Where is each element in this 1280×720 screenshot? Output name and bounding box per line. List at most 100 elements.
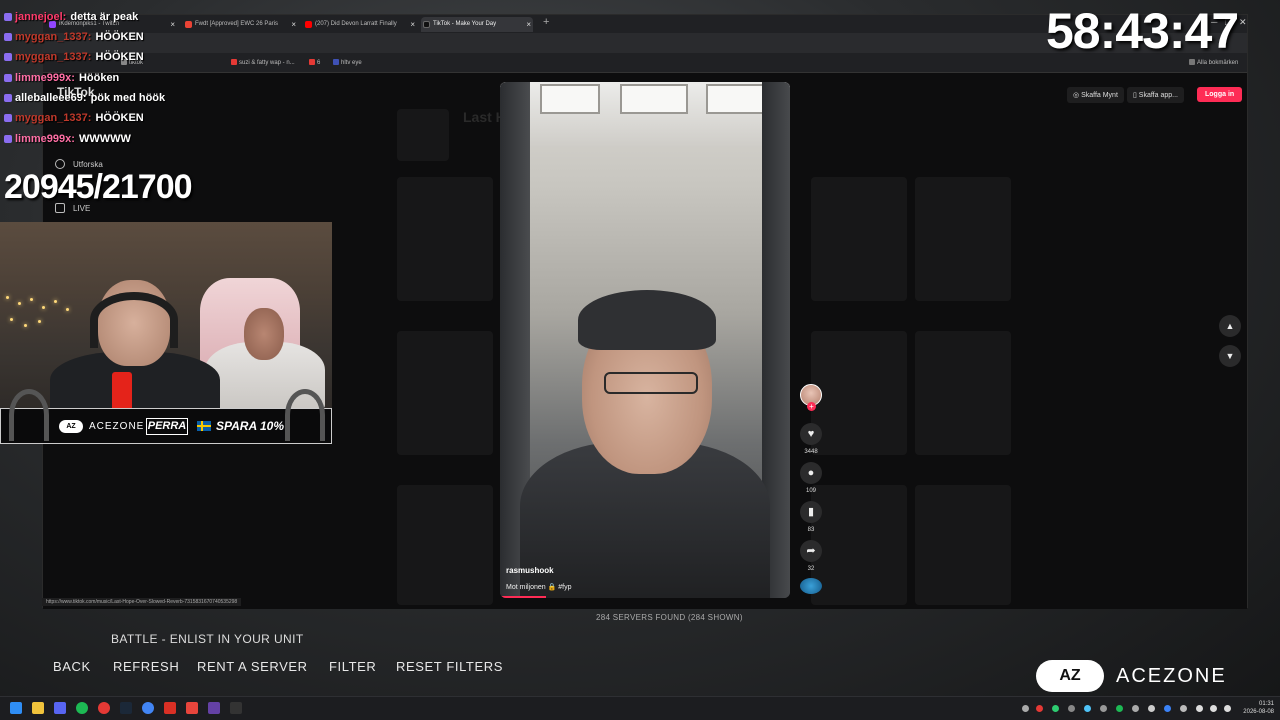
file-explorer-icon[interactable] bbox=[32, 702, 44, 714]
battle-text: BATTLE - ENLIST IN YOUR UNIT bbox=[111, 632, 304, 646]
tab-youtube[interactable]: (207) Did Devon Larratt Finally × bbox=[303, 17, 417, 32]
close-icon[interactable]: × bbox=[410, 17, 415, 32]
video-person-cap bbox=[578, 290, 716, 350]
bookmark-item[interactable]: suzi & fatty wap - n... bbox=[231, 59, 295, 66]
video-author-handle[interactable]: rasmushook bbox=[506, 566, 554, 575]
discord-icon[interactable] bbox=[54, 702, 66, 714]
grid-thumbnail[interactable] bbox=[811, 331, 907, 455]
refresh-button[interactable]: REFRESH bbox=[113, 659, 179, 674]
tray-app-icon[interactable] bbox=[1180, 705, 1187, 712]
tray-chevron-icon[interactable] bbox=[1022, 705, 1029, 712]
swedish-flag-icon bbox=[197, 421, 211, 431]
grid-thumbnail[interactable] bbox=[811, 177, 907, 301]
heart-icon[interactable]: ♥ bbox=[800, 423, 822, 445]
app-icon[interactable] bbox=[230, 702, 242, 714]
tray-app-icon[interactable] bbox=[1100, 705, 1107, 712]
windows-start-icon[interactable] bbox=[10, 702, 22, 714]
sponsor-brand: ACEZONE bbox=[89, 421, 145, 432]
video-caption: Mot miljonen 🔒 #fyp bbox=[506, 584, 572, 591]
chrome-icon[interactable] bbox=[142, 702, 154, 714]
bookmark-icon[interactable]: ▮ bbox=[800, 501, 822, 523]
login-button[interactable]: Logga in bbox=[1197, 87, 1243, 102]
sub-goal-counter: 20945/21700 bbox=[4, 168, 193, 206]
acezone-logo: AZ bbox=[59, 420, 83, 433]
tray-app-icon[interactable] bbox=[1132, 705, 1139, 712]
servers-found-text: 284 SERVERS FOUND (284 SHOWN) bbox=[596, 613, 743, 622]
tab-label: TikTok - Make Your Day bbox=[433, 21, 497, 27]
bookmark-item[interactable]: 6 bbox=[309, 59, 320, 66]
window-close-icon[interactable]: ✕ bbox=[1239, 17, 1247, 28]
reset-filters-button[interactable]: RESET FILTERS bbox=[396, 659, 503, 674]
tray-app-icon[interactable] bbox=[1052, 705, 1059, 712]
spotify-icon[interactable] bbox=[76, 702, 88, 714]
tab-label: Fwdt [Approved] EWC 26 Paris bbox=[195, 21, 279, 27]
video-roof-window bbox=[620, 84, 688, 114]
chat-username: myggan_1337: bbox=[15, 112, 92, 124]
tray-app-icon[interactable] bbox=[1084, 705, 1091, 712]
app-icon[interactable] bbox=[98, 702, 110, 714]
rent-server-button[interactable]: RENT A SERVER bbox=[197, 659, 308, 674]
chevron-up-icon[interactable]: ▲ bbox=[1219, 315, 1241, 337]
get-app-button[interactable]: ▯ Skaffa app... bbox=[1127, 87, 1184, 103]
bookmark-icon bbox=[309, 59, 315, 65]
wifi-icon[interactable] bbox=[1196, 705, 1203, 712]
tray-app-icon[interactable] bbox=[1068, 705, 1075, 712]
clock-time: 01:31 bbox=[1258, 701, 1274, 707]
chat-badge-icon bbox=[4, 53, 12, 61]
comment-count: 109 bbox=[805, 488, 816, 494]
close-icon[interactable]: × bbox=[526, 17, 531, 32]
bookmark-item[interactable]: hltv eye bbox=[333, 59, 362, 66]
steam-icon[interactable] bbox=[120, 702, 132, 714]
new-tab-button[interactable]: + bbox=[543, 16, 549, 28]
chat-text: HÖÖKEN bbox=[95, 31, 144, 43]
tab-gmail[interactable]: Fwdt [Approved] EWC 26 Paris × bbox=[183, 17, 298, 32]
music-disc-icon[interactable] bbox=[800, 578, 822, 594]
follow-plus-icon[interactable]: + bbox=[807, 402, 816, 411]
chat-message: limme999x: Hööken bbox=[4, 72, 119, 84]
close-icon[interactable]: × bbox=[291, 17, 296, 32]
tray-app-icon[interactable] bbox=[1116, 705, 1123, 712]
video-person-glasses bbox=[604, 372, 698, 394]
grid-thumbnail[interactable] bbox=[915, 485, 1011, 605]
gmail-icon[interactable] bbox=[164, 702, 176, 714]
comment-icon[interactable]: ● bbox=[800, 462, 822, 484]
app-icon[interactable] bbox=[186, 702, 198, 714]
headset-icon bbox=[285, 389, 325, 441]
chat-text: detta är peak bbox=[70, 11, 139, 23]
share-icon[interactable]: ➦ bbox=[800, 540, 822, 562]
tray-app-icon[interactable] bbox=[1036, 705, 1043, 712]
back-button[interactable]: BACK bbox=[53, 659, 91, 674]
grid-thumbnail[interactable] bbox=[915, 331, 1011, 455]
tab-tiktok[interactable]: TikTok - Make Your Day × bbox=[421, 17, 533, 32]
chat-text: HÖÖKEN bbox=[95, 112, 144, 124]
acezone-wordmark: ACEZONE bbox=[1116, 665, 1227, 687]
battery-icon[interactable] bbox=[1224, 705, 1231, 712]
grid-thumbnail[interactable] bbox=[397, 485, 493, 605]
tray-app-icon[interactable] bbox=[1148, 705, 1155, 712]
volume-icon[interactable] bbox=[1210, 705, 1217, 712]
grid-thumbnail[interactable] bbox=[397, 331, 493, 455]
taskbar-clock[interactable]: 01:31 2026-08-08 bbox=[1238, 700, 1274, 716]
app-icon[interactable] bbox=[208, 702, 220, 714]
video-progress-bar[interactable] bbox=[500, 596, 547, 598]
subathon-timer: 58:43:47 bbox=[1046, 3, 1239, 59]
chat-text: Hööken bbox=[78, 72, 120, 84]
filter-button[interactable]: FILTER bbox=[329, 659, 376, 674]
bluetooth-icon[interactable] bbox=[1164, 705, 1171, 712]
taskbar: 01:31 2026-08-08 bbox=[0, 696, 1280, 720]
chat-badge-icon bbox=[4, 33, 12, 41]
chat-badge-icon bbox=[4, 135, 12, 143]
sponsor-discount: SPARA 10% bbox=[216, 419, 285, 433]
close-icon[interactable]: × bbox=[170, 17, 175, 32]
chevron-down-icon[interactable]: ▼ bbox=[1219, 345, 1241, 367]
get-coins-button[interactable]: ◎ Skaffa Mynt bbox=[1067, 87, 1124, 103]
grid-thumbnail[interactable] bbox=[915, 177, 1011, 301]
video-roof-window bbox=[540, 84, 600, 114]
all-bookmarks[interactable]: Alla bokmärken bbox=[1189, 59, 1238, 66]
sponsor-code: PERRA bbox=[146, 418, 188, 435]
tiktok-video[interactable]: rasmushook Mot miljonen 🔒 #fyp bbox=[500, 82, 790, 598]
webcam-person-secondary bbox=[244, 308, 284, 360]
like-count: 3448 bbox=[804, 449, 818, 455]
grid-thumbnail[interactable] bbox=[397, 177, 493, 301]
grid-thumbnail[interactable] bbox=[811, 485, 907, 605]
